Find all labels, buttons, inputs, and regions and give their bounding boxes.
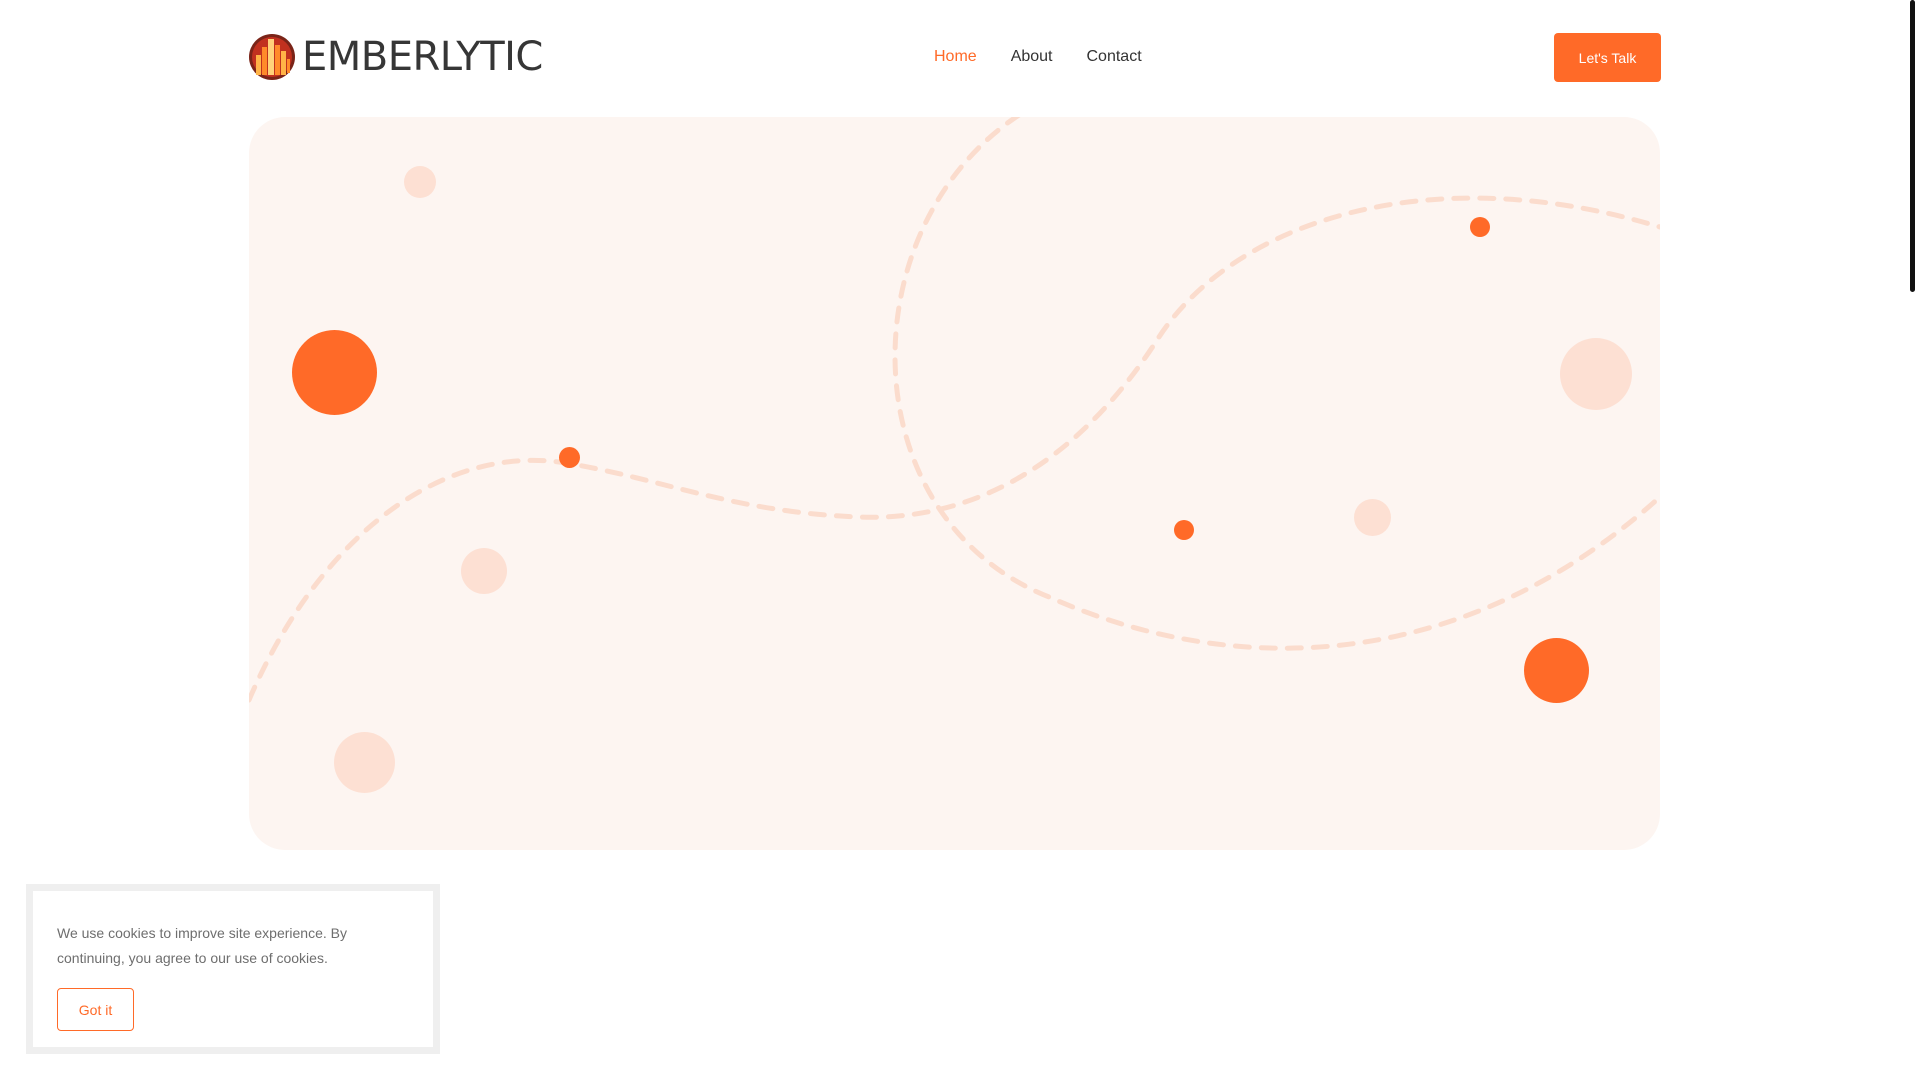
decor-dot <box>1524 638 1589 703</box>
decor-dot <box>559 447 580 468</box>
decor-dot <box>1560 338 1632 410</box>
decor-dot <box>404 166 436 198</box>
site-header: EMBERLYTIC Home About Contact Let's Talk <box>0 0 1920 115</box>
nav-item-home[interactable]: Home <box>934 45 977 69</box>
decor-dot <box>1354 499 1391 536</box>
accept-cookies-button[interactable]: Got it <box>57 988 134 1031</box>
main-nav: Home About Contact <box>934 45 1142 69</box>
decor-dot <box>461 548 507 594</box>
decor-dot <box>292 330 377 415</box>
dashed-curves <box>249 117 1660 703</box>
nav-item-about[interactable]: About <box>1011 45 1053 69</box>
decor-dot <box>1174 520 1194 540</box>
page-scrollbar[interactable] <box>1908 0 1920 1080</box>
cookie-message: We use cookies to improve site experienc… <box>57 925 347 966</box>
hero-illustration <box>249 117 1660 850</box>
city-skyline-logo-icon <box>249 34 295 80</box>
logo-link[interactable]: EMBERLYTIC <box>248 32 543 82</box>
nav-item-contact[interactable]: Contact <box>1087 45 1142 69</box>
decor-dot <box>1470 217 1490 237</box>
cookie-banner: We use cookies to improve site experienc… <box>26 884 440 1054</box>
decor-dot <box>334 732 395 793</box>
scrollbar-thumb[interactable] <box>1910 0 1915 292</box>
brand-name: EMBERLYTIC <box>302 34 543 80</box>
lets-talk-button[interactable]: Let's Talk <box>1554 33 1661 82</box>
dashed-arc-right <box>892 117 1660 651</box>
dashed-wave-left <box>249 195 1660 703</box>
